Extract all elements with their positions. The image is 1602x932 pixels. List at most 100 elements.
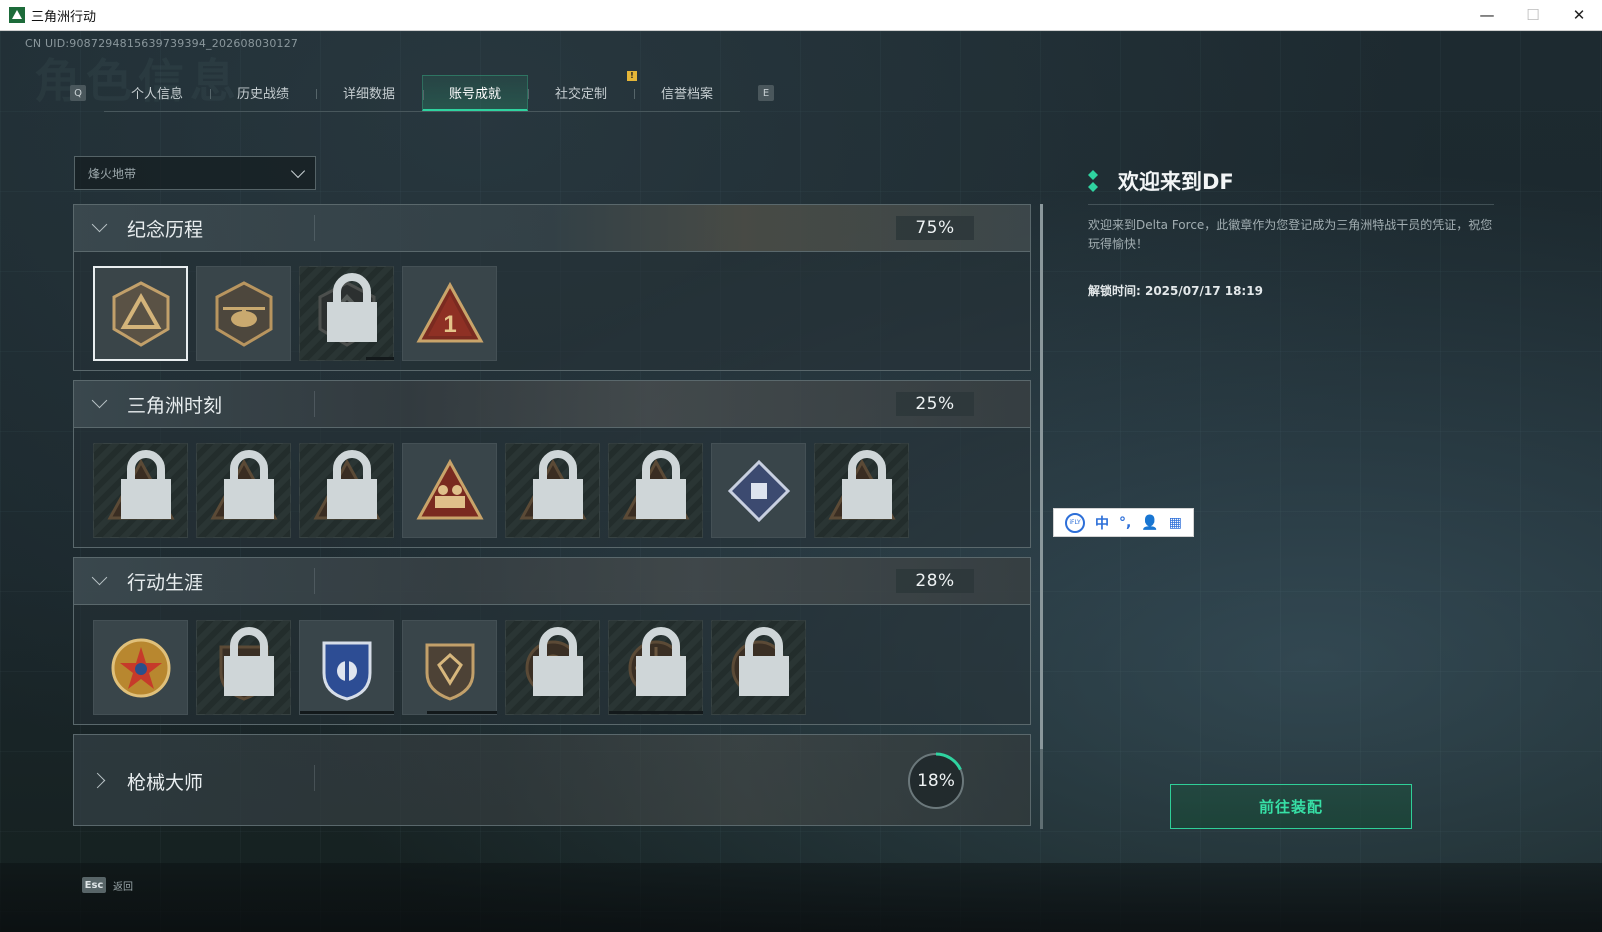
chevron-down-icon [290,163,306,179]
divider [314,391,315,417]
badge-moment-2[interactable] [196,443,291,538]
badge-progress-bar [427,711,497,714]
badge-moment-5[interactable] [505,443,600,538]
chevron-right-icon[interactable] [89,772,106,789]
badge-moment-4[interactable] [402,443,497,538]
tab-label: 详细数据 [342,87,395,102]
lock-icon [533,627,583,696]
tab-personal-info[interactable]: 个人信息 [104,75,210,111]
triangle-one-icon: 1 [415,281,484,342]
badge-moment-3[interactable] [299,443,394,538]
badge-first-place[interactable]: 1 [402,266,497,361]
tab-match-history[interactable]: 历史战绩 [210,75,316,111]
category-header[interactable]: 三角洲时刻 25% [74,381,1030,428]
detail-title: 欢迎来到DF [1118,170,1234,194]
category-weapon-master[interactable]: 枪械大师 18% [73,734,1031,826]
category-operation-career: 行动生涯 28% [73,557,1031,725]
badge-career-3[interactable] [299,620,394,715]
tab-label: 社交定制 [554,87,607,102]
back-label: 返回 [113,881,133,893]
badge-progress-bar [300,711,394,714]
minimize-button[interactable]: — [1464,0,1510,30]
badge-locked-emblem[interactable] [299,266,394,361]
tab-list: 个人信息 历史战绩 详细数据 账号成就 社交定制! 信誉档案 [104,70,740,112]
category-title: 纪念历程 [127,219,204,241]
badge-welcome[interactable] [93,266,188,361]
badge-moment-6[interactable] [608,443,703,538]
category-progress: 75% [896,216,974,240]
badge-career-2[interactable] [196,620,291,715]
lock-icon [739,627,789,696]
category-header[interactable]: 行动生涯 28% [74,558,1030,605]
helicopter-shield-icon [215,280,272,347]
badge-career-7[interactable] [711,620,806,715]
tab-reputation[interactable]: 信誉档案 [634,75,740,111]
lock-icon [636,450,686,519]
tab-detailed-data[interactable]: 详细数据 [316,75,422,111]
tab-bar: Q 个人信息 历史战绩 详细数据 账号成就 社交定制! 信誉档案 E [70,70,774,112]
badge-progress-bar [609,711,703,714]
ime-mode-toggle[interactable]: 中 [1095,513,1109,533]
header-artwork [74,558,1030,604]
category-delta-moments: 三角洲时刻 25% [73,380,1031,548]
bottom-bar [0,863,1602,932]
mode-dropdown[interactable]: 烽火地带 [74,156,316,190]
maximize-button[interactable]: ☐ [1510,0,1556,30]
lock-icon [636,627,686,696]
ifly-logo-icon[interactable]: iFLY [1065,512,1085,533]
app-logo-icon [9,7,25,23]
lock-icon [327,450,377,519]
badge-career-5[interactable] [505,620,600,715]
diamond-marker-icon [1088,170,1098,192]
badge-helicopter[interactable] [196,266,291,361]
badge-row [93,620,806,715]
lock-icon [224,627,274,696]
badge-moment-1[interactable] [93,443,188,538]
next-tab-key[interactable]: E [758,85,774,101]
svg-text:1: 1 [443,311,456,338]
user-icon[interactable]: 👤 [1141,515,1158,531]
badge-career-4[interactable] [402,620,497,715]
prev-tab-key[interactable]: Q [70,85,86,101]
category-title: 枪械大师 [127,772,204,794]
badge-progress-bar [366,357,394,360]
window-title: 三角洲行动 [31,9,97,25]
tab-social-custom[interactable]: 社交定制! [528,70,637,111]
triangle-squad-icon [415,458,484,519]
lock-icon [533,450,583,519]
divider [314,215,315,241]
category-progress: 28% [896,569,974,593]
star-medal-icon [111,638,170,697]
punctuation-icon[interactable]: °, [1119,515,1131,531]
ime-toolbar: iFLY 中 °, 👤 ▦ [1053,508,1194,537]
lock-icon [327,273,377,342]
category-progress: 18% [917,771,955,791]
uid-text: CN UID:9087294815639739394_202608030127 [25,37,299,50]
apps-grid-icon[interactable]: ▦ [1169,515,1182,531]
badge-career-6[interactable] [608,620,703,715]
lock-icon [224,450,274,519]
badge-career-1[interactable] [93,620,188,715]
tab-label: 个人信息 [130,87,183,102]
back-control[interactable]: Esc 返回 [82,877,133,893]
scrollbar-thumb[interactable] [1040,204,1043,749]
lock-icon [121,450,171,519]
app-canvas: 角色信息 CN UID:9087294815639739394_20260803… [0,31,1602,932]
badge-moment-8[interactable] [814,443,909,538]
shield-triangle-icon [112,280,169,347]
go-equip-button[interactable]: 前往装配 [1170,784,1412,829]
blue-crest-icon [322,641,371,701]
category-header[interactable]: 纪念历程 75% [74,205,1030,252]
esc-key[interactable]: Esc [82,877,106,893]
close-button[interactable]: ✕ [1556,0,1602,30]
category-title: 三角洲时刻 [127,395,223,417]
category-title: 行动生涯 [127,572,204,594]
tab-achievements[interactable]: 账号成就 [422,74,528,111]
badge-moment-7[interactable] [711,443,806,538]
tab-label: 信誉档案 [660,87,713,102]
badge-row [93,443,909,538]
category-progress: 25% [896,392,974,416]
tab-label: 历史战绩 [236,87,289,102]
tab-label: 账号成就 [448,86,501,102]
divider [314,765,315,791]
